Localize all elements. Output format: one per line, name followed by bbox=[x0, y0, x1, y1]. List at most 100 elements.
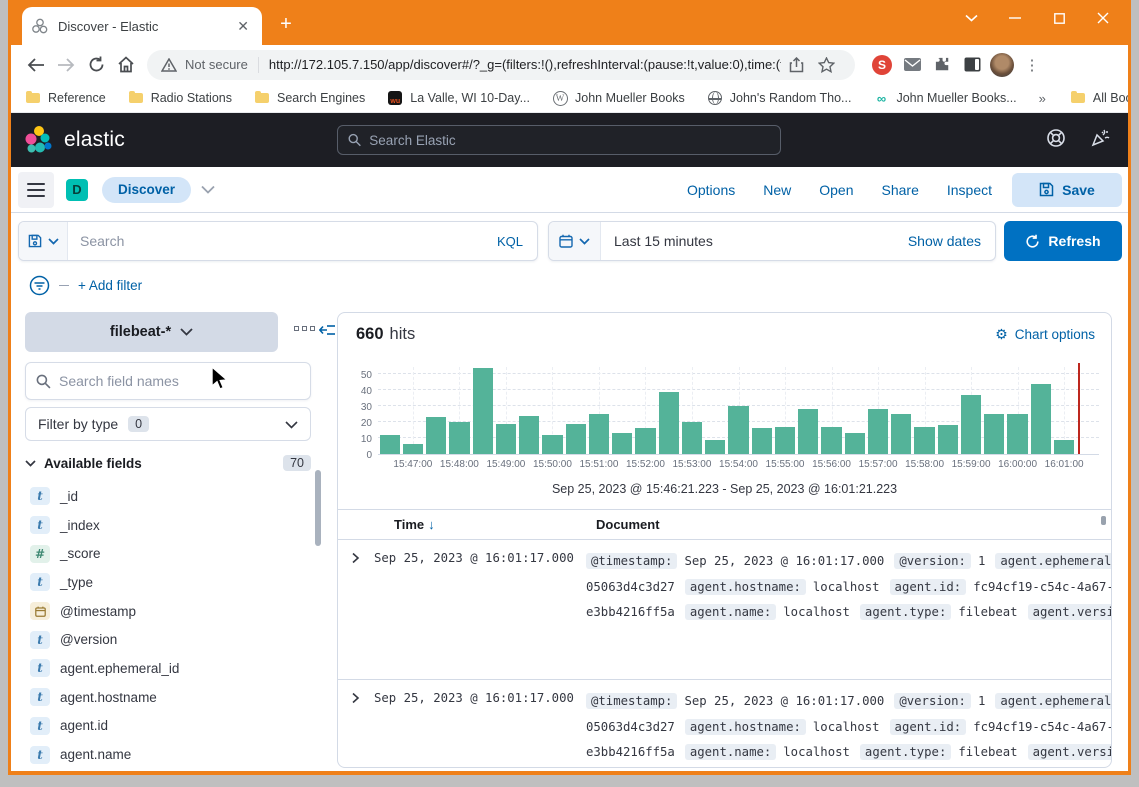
table-scrollbar[interactable] bbox=[1101, 516, 1106, 525]
urlbar-divider bbox=[258, 57, 259, 73]
bookmarks-list: Reference Radio Stations Search Engines wuL… bbox=[25, 91, 1039, 105]
bookmarks-overflow-button[interactable]: » bbox=[1039, 91, 1046, 106]
collapse-sidebar-icon[interactable] bbox=[319, 323, 336, 342]
help-icon[interactable] bbox=[1046, 128, 1066, 153]
address-bar[interactable]: Not secure http://172.105.7.150/app/disc… bbox=[147, 50, 855, 80]
histogram-bar bbox=[775, 427, 795, 454]
nav-link-open[interactable]: Open bbox=[819, 182, 853, 198]
field-item[interactable]: t_index bbox=[30, 511, 310, 540]
saved-query-menu[interactable] bbox=[19, 222, 68, 260]
field-pill: agent.hostname: bbox=[685, 579, 806, 595]
expand-row-button[interactable] bbox=[351, 549, 374, 679]
sidebar-scrollbar[interactable] bbox=[315, 470, 321, 546]
table-row: Sep 25, 2023 @ 16:01:17.000@timestamp:Se… bbox=[338, 540, 1111, 680]
field-name: @version bbox=[60, 632, 117, 647]
histogram-bar bbox=[380, 435, 400, 454]
global-search[interactable] bbox=[337, 125, 781, 155]
window-chevron-icon[interactable] bbox=[949, 4, 993, 32]
share-icon[interactable] bbox=[781, 50, 811, 80]
field-item[interactable]: tagent.ephemeral_id bbox=[30, 654, 310, 683]
extensions-puzzle-icon[interactable] bbox=[927, 50, 957, 80]
nav-link-inspect[interactable]: Inspect bbox=[947, 182, 992, 198]
histogram-bar bbox=[566, 424, 586, 454]
index-pattern-selector[interactable]: filebeat-* bbox=[25, 312, 278, 352]
x-tick-label: 16:01:00 bbox=[1045, 459, 1084, 470]
bookmark-item[interactable]: John's Random Tho... bbox=[707, 91, 852, 105]
field-item[interactable]: t_type bbox=[30, 568, 310, 597]
all-bookmarks-button[interactable]: All Bookmarks bbox=[1070, 91, 1128, 105]
field-value: Sep 25, 2023 @ 16:01:17.000 bbox=[684, 554, 884, 568]
bookmark-item[interactable]: Search Engines bbox=[254, 91, 365, 105]
y-tick-label: 10 bbox=[361, 434, 372, 445]
query-input[interactable] bbox=[68, 233, 483, 249]
bookmark-item[interactable]: Radio Stations bbox=[128, 91, 232, 105]
window-minimize-icon[interactable] bbox=[993, 4, 1037, 32]
field-item[interactable]: tagent.name bbox=[30, 740, 310, 769]
field-item[interactable]: tagent.id bbox=[30, 712, 310, 741]
field-search[interactable] bbox=[25, 362, 311, 400]
bookmark-item[interactable]: Reference bbox=[25, 91, 106, 105]
refresh-button[interactable]: Refresh bbox=[1004, 221, 1122, 261]
newsfeed-icon[interactable] bbox=[1090, 128, 1110, 153]
field-name: _index bbox=[60, 518, 100, 533]
expand-row-button[interactable] bbox=[351, 689, 374, 766]
query-language-button[interactable]: KQL bbox=[483, 234, 537, 249]
back-button[interactable] bbox=[21, 50, 51, 80]
bookmark-item[interactable]: wuLa Valle, WI 10-Day... bbox=[387, 91, 530, 105]
filter-icon[interactable] bbox=[29, 275, 50, 296]
window-close-icon[interactable] bbox=[1081, 4, 1125, 32]
time-column-header[interactable]: Time↓ bbox=[384, 517, 596, 532]
show-dates-button[interactable]: Show dates bbox=[908, 233, 995, 249]
row-timestamp: Sep 25, 2023 @ 16:01:17.000 bbox=[374, 549, 586, 679]
chart-options-button[interactable]: ⚙ Chart options bbox=[995, 327, 1095, 343]
side-panel-icon[interactable] bbox=[957, 50, 987, 80]
field-item[interactable]: t@version bbox=[30, 625, 310, 654]
window-controls bbox=[949, 4, 1125, 32]
field-item[interactable]: tagent.hostname bbox=[30, 683, 310, 712]
field-name: agent.id bbox=[60, 718, 108, 733]
window-maximize-icon[interactable] bbox=[1037, 4, 1081, 32]
space-badge[interactable]: D bbox=[66, 179, 88, 201]
tab-close-icon[interactable]: ✕ bbox=[234, 18, 252, 35]
breadcrumb-chevron-icon[interactable] bbox=[201, 181, 215, 199]
field-item[interactable]: @timestamp bbox=[30, 597, 310, 626]
field-value: 1 bbox=[978, 554, 985, 568]
field-item[interactable]: #_score bbox=[30, 539, 310, 568]
menu-dots-icon[interactable]: ⋮ bbox=[1017, 50, 1047, 80]
bookmark-item[interactable]: ∞John Mueller Books... bbox=[873, 91, 1016, 105]
date-quick-menu[interactable] bbox=[549, 222, 601, 260]
sort-desc-icon: ↓ bbox=[428, 517, 435, 532]
browser-tab[interactable]: Discover - Elastic ✕ bbox=[22, 7, 262, 45]
mail-extension-icon[interactable] bbox=[897, 50, 927, 80]
forward-button[interactable] bbox=[51, 50, 81, 80]
field-search-input[interactable] bbox=[59, 373, 300, 389]
nav-link-new[interactable]: New bbox=[763, 182, 791, 198]
available-fields-header[interactable]: Available fields 70 bbox=[25, 455, 311, 471]
reload-button[interactable] bbox=[81, 50, 111, 80]
row-document: @timestamp:Sep 25, 2023 @ 16:01:17.000@v… bbox=[586, 549, 1111, 679]
extension-s-icon[interactable]: S bbox=[867, 50, 897, 80]
save-button[interactable]: Save bbox=[1012, 173, 1122, 207]
refresh-icon bbox=[1025, 234, 1040, 249]
histogram-plot[interactable] bbox=[378, 367, 1099, 455]
add-filter-button[interactable]: + Add filter bbox=[78, 278, 142, 293]
filter-by-type-select[interactable]: Filter by type 0 bbox=[25, 407, 311, 441]
breadcrumb[interactable]: Discover bbox=[102, 177, 191, 203]
bookmark-star-icon[interactable] bbox=[811, 50, 841, 80]
nav-link-share[interactable]: Share bbox=[882, 182, 919, 198]
field-pill: agent.type: bbox=[860, 604, 951, 620]
saved-query-icon bbox=[28, 234, 42, 248]
global-search-input[interactable] bbox=[369, 133, 770, 148]
field-item[interactable]: t_id bbox=[30, 482, 310, 511]
y-tick-label: 50 bbox=[361, 370, 372, 381]
home-button[interactable] bbox=[111, 50, 141, 80]
available-fields-count-badge: 70 bbox=[283, 455, 311, 471]
field-settings-icon[interactable] bbox=[294, 326, 315, 331]
new-tab-button[interactable]: + bbox=[274, 12, 298, 36]
elastic-logo[interactable]: elastic bbox=[25, 125, 125, 155]
bookmark-item[interactable]: WJohn Mueller Books bbox=[552, 91, 685, 105]
time-range-value[interactable]: Last 15 minutes bbox=[601, 233, 908, 249]
menu-hamburger-icon[interactable] bbox=[18, 172, 54, 208]
nav-link-options[interactable]: Options bbox=[687, 182, 735, 198]
profile-avatar[interactable] bbox=[987, 50, 1017, 80]
